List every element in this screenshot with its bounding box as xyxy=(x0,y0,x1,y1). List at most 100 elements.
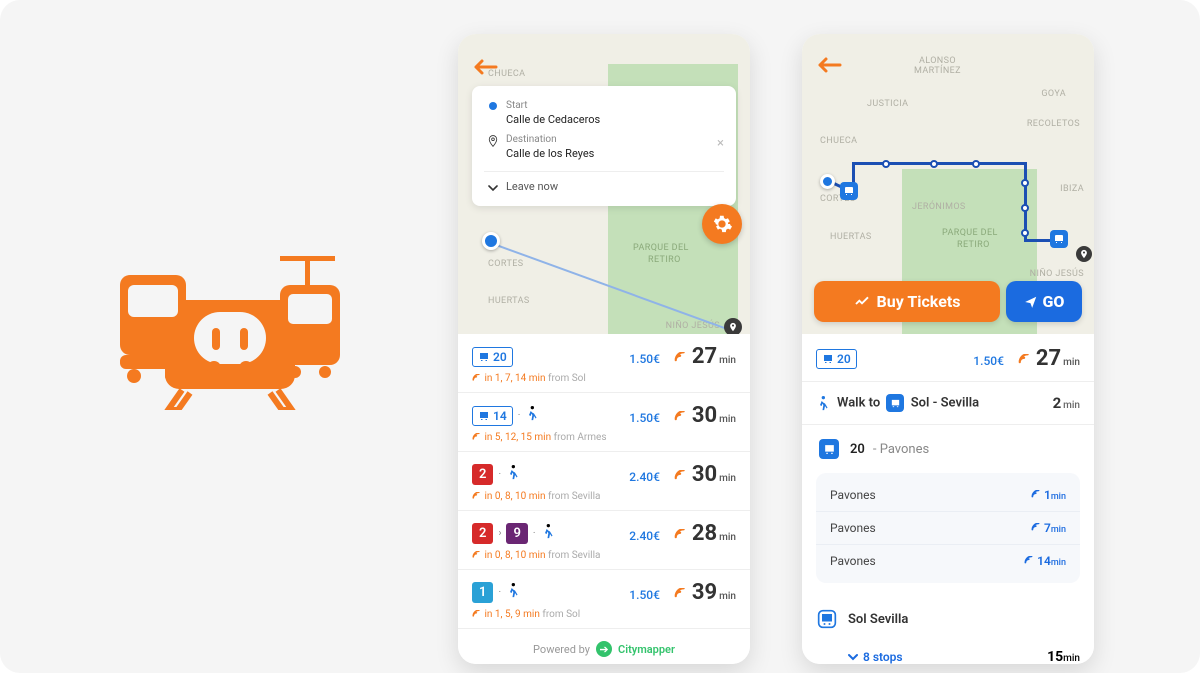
walk-dest: Sol - Sevilla xyxy=(911,395,979,410)
journey-time: 30min xyxy=(674,462,736,487)
price-label: 2.40€ xyxy=(629,470,660,484)
route-option[interactable]: 2·2.40€30min in 0, 8, 10 min from Sevill… xyxy=(458,452,750,511)
route-subtitle: in 0, 8, 10 min from Sevilla xyxy=(472,491,736,502)
start-dot-icon xyxy=(484,99,502,111)
map-label: GOYA xyxy=(1041,89,1066,99)
departure-time: 7min xyxy=(1031,521,1066,535)
map-start-pin xyxy=(820,174,835,189)
map-label: JUSTICIA xyxy=(867,99,908,109)
buy-tickets-button[interactable]: Buy Tickets xyxy=(814,281,1000,322)
walk-time-value: 2 xyxy=(1053,394,1062,412)
chevron-down-icon xyxy=(484,182,502,192)
ticket-icon xyxy=(854,294,870,310)
map-area[interactable]: CHUECA CORTES HUERTAS IBIZA NIÑO JESÚS P… xyxy=(458,34,750,334)
walk-icon xyxy=(506,465,519,484)
departure-dest: Pavones xyxy=(830,488,876,502)
departure-dest: Pavones xyxy=(830,521,876,535)
map-label: PARQUE DEL xyxy=(942,229,998,239)
bus-line-number: 20 xyxy=(850,442,865,457)
route-subtitle: in 1, 5, 9 min from Sol xyxy=(472,609,736,620)
map-label: CORTES xyxy=(488,259,523,269)
dest-label: Destination xyxy=(506,133,724,147)
map-label: HUERTAS xyxy=(830,232,872,242)
settings-button[interactable] xyxy=(702,204,742,244)
dest-value: Calle de los Reyes xyxy=(506,147,724,162)
expand-stops-button[interactable]: 8 stops xyxy=(848,650,903,664)
gear-icon xyxy=(711,213,733,235)
map-dest-pin xyxy=(724,318,742,334)
departure-dest: Pavones xyxy=(830,554,876,568)
price-label: 1.50€ xyxy=(629,352,660,366)
citymapper-badge-icon: ➔ xyxy=(596,641,612,657)
metro-line-chip: 9 xyxy=(506,523,527,544)
leave-time-selector[interactable]: Leave now xyxy=(484,171,724,198)
dest-field[interactable]: Destination Calle de los Reyes × xyxy=(484,130,724,164)
departure-row[interactable]: Pavones 7min xyxy=(816,511,1080,544)
walk-step[interactable]: Walk to Sol - Sevilla 2min xyxy=(802,382,1094,425)
route-option[interactable]: 20 1.50€ 27min in 1, 7, 14 min from Sol xyxy=(458,334,750,393)
price-label: 2.40€ xyxy=(629,529,660,543)
map-dest-pin xyxy=(1076,246,1092,262)
walk-icon xyxy=(506,583,519,602)
phone-journey-planner: CHUECA CORTES HUERTAS IBIZA NIÑO JESÚS P… xyxy=(458,34,750,664)
boarding-stop: Sol Sevilla xyxy=(848,612,1080,627)
stop-icon xyxy=(816,609,838,629)
route-option[interactable]: 1·1.50€39min in 1, 5, 9 min from Sol xyxy=(458,570,750,629)
bus-line-chip: 20 xyxy=(472,347,513,367)
back-button[interactable] xyxy=(816,56,842,74)
phone-route-detail: ALONSO MARTÍNEZ JUSTICIA GOYA RECOLETOS … xyxy=(802,34,1094,664)
clear-dest-button[interactable]: × xyxy=(717,136,724,151)
search-card: Start Calle de Cedaceros Destination Cal… xyxy=(472,86,736,206)
back-button[interactable] xyxy=(472,58,498,76)
map-bus-stop-large xyxy=(1050,230,1068,248)
route-option[interactable]: 14·1.50€30min in 5, 12, 15 min from Arme… xyxy=(458,393,750,452)
map-area[interactable]: ALONSO MARTÍNEZ JUSTICIA GOYA RECOLETOS … xyxy=(802,34,1094,334)
route-list: 201.50€27min in 1, 7, 14 min from Sol14·… xyxy=(458,334,750,664)
departure-time: 14min xyxy=(1024,554,1066,568)
map-label: RECOLETOS xyxy=(1027,119,1080,129)
price-label: 1.50€ xyxy=(629,588,660,602)
journey-time: 27min xyxy=(674,344,736,369)
journey-time: 30min xyxy=(674,403,736,428)
powered-by: Powered by➔Citymapper xyxy=(458,629,750,664)
route-detail-body: 20 1.50€ 27 min Wal xyxy=(802,334,1094,664)
bus-line-dest: Pavones xyxy=(880,442,930,457)
journey-time: 39min xyxy=(674,580,736,605)
route-subtitle: in 5, 12, 15 min from Armes xyxy=(472,432,736,443)
map-label: HUERTAS xyxy=(488,296,530,306)
map-label: CHUECA xyxy=(820,136,857,146)
price-label: 1.50€ xyxy=(973,354,1004,368)
chevron-down-icon xyxy=(848,653,858,661)
start-value: Calle de Cedaceros xyxy=(506,113,724,128)
start-label: Start xyxy=(506,99,724,113)
walk-icon xyxy=(541,524,554,543)
price-label: 1.50€ xyxy=(629,411,660,425)
metro-line-chip: 2 xyxy=(472,464,493,485)
departure-time: 1min xyxy=(1031,488,1066,502)
departure-row[interactable]: Pavones 14min xyxy=(816,544,1080,577)
departure-row[interactable]: Pavones 1min xyxy=(816,479,1080,511)
departures-card: Pavones 1min Pavones 7min Pavones 14min xyxy=(816,473,1080,583)
route-subtitle: in 1, 7, 14 min from Sol xyxy=(472,373,736,384)
bus-icon xyxy=(822,353,834,365)
stops-count-label: 8 stops xyxy=(863,650,903,664)
map-label: RETIRO xyxy=(648,256,681,266)
leg-time: 15 xyxy=(1047,649,1063,664)
bus-line-chip: 20 xyxy=(816,349,857,369)
map-label: RETIRO xyxy=(957,241,990,251)
walk-icon xyxy=(525,406,538,425)
route-detail-header: 20 1.50€ 27 min xyxy=(802,334,1094,382)
total-time: 27 min xyxy=(1018,346,1080,371)
metro-line-chip: 1 xyxy=(472,582,493,603)
walk-icon xyxy=(816,396,829,411)
nav-arrow-icon xyxy=(1024,295,1038,309)
go-button[interactable]: GO xyxy=(1006,281,1082,322)
map-label: ALONSO MARTÍNEZ xyxy=(914,56,961,76)
route-option[interactable]: 2›9·2.40€28min in 0, 8, 10 min from Sevi… xyxy=(458,511,750,570)
map-label: PARQUE DEL xyxy=(633,244,689,254)
metro-line-chip: 2 xyxy=(472,523,493,544)
buy-tickets-label: Buy Tickets xyxy=(877,292,961,311)
bus-line-chip: 14 xyxy=(472,406,513,426)
journey-time: 28min xyxy=(674,521,736,546)
start-field[interactable]: Start Calle de Cedaceros xyxy=(484,96,724,130)
